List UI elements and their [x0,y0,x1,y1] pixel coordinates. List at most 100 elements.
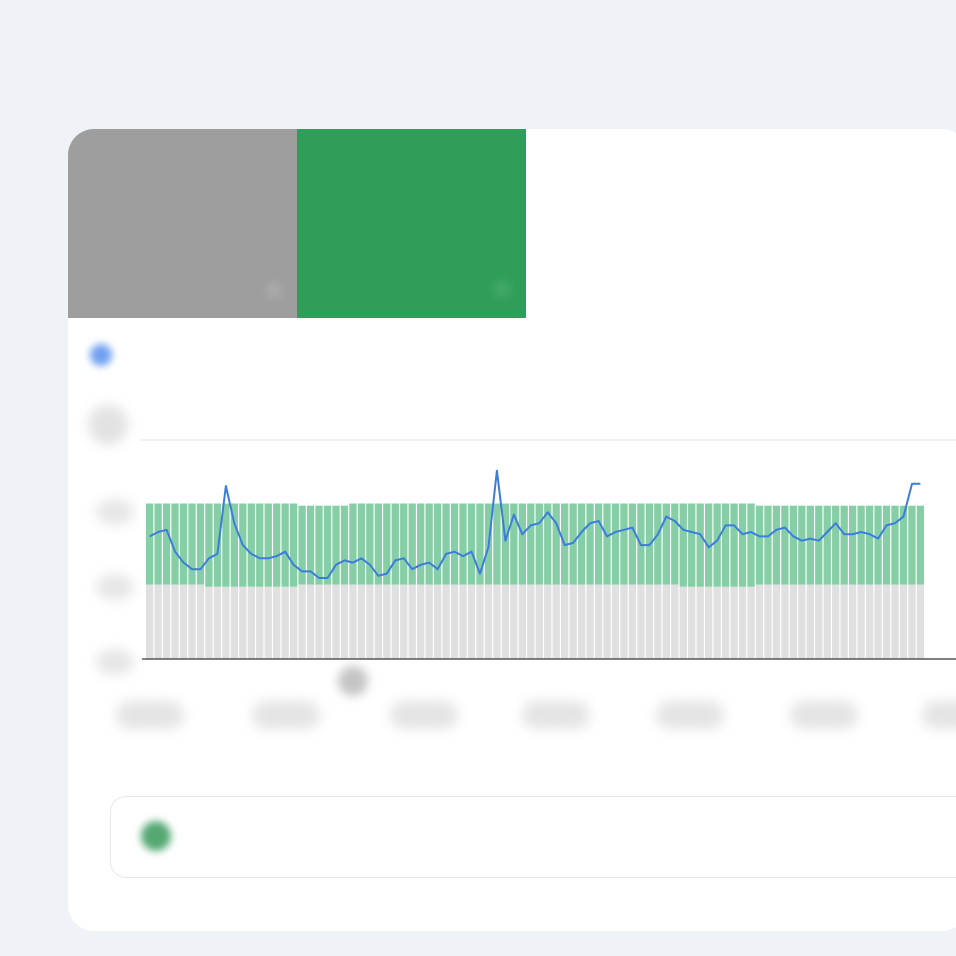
bar-top [315,505,323,585]
bar-base [620,584,628,659]
bar-top [408,503,416,585]
chart-scroll-handle[interactable] [338,666,368,696]
bar-base [798,584,806,659]
bar-top [815,505,823,585]
bar-top [340,505,349,585]
y-tick-label [96,574,134,600]
bar-base [628,584,637,659]
bar-base [459,584,467,659]
bar-top [450,503,459,585]
bar-top [205,503,213,587]
bar-top [349,503,357,585]
dashboard-card: ⚠ ⓘ [68,129,956,931]
bar-base [417,584,425,659]
bar-base [340,584,349,659]
bar-base [374,584,382,659]
bar-top [586,503,594,585]
bar-base [874,584,882,659]
bar-top [552,503,560,585]
bar-base [518,584,526,659]
bar-top [400,503,408,585]
bar-top [865,505,874,585]
bar-base [366,584,374,659]
bar-top [721,503,730,587]
bar-top [755,505,764,585]
bar-base [569,584,577,659]
bar-base [865,584,874,659]
bar-base [730,586,738,659]
bar-base [442,584,450,659]
bar-base [383,584,391,659]
bar-base [747,586,755,659]
bar-base [273,586,281,659]
bar-base [908,584,916,659]
info-note[interactable] [110,796,956,878]
bar-base [679,586,687,659]
bar-base [450,584,459,659]
bar-base [891,584,899,659]
bar-base [832,584,840,659]
x-tick-label [790,701,858,729]
bar-base [315,584,323,659]
bar-base [281,586,289,659]
bar-base [230,586,238,659]
bar-base [391,584,399,659]
bar-top [417,503,425,585]
bar-top [256,503,264,587]
bar-top [518,503,526,585]
bar-base [781,584,789,659]
bar-top [535,503,543,585]
bar-base [705,586,713,659]
bar-base [146,584,154,659]
bar-top [730,503,738,587]
bar-top [764,505,772,585]
bar-base [433,584,442,659]
bar-base [882,584,891,659]
bar-base [654,584,662,659]
bar-base [484,584,493,659]
bar-top [577,503,586,585]
bar-base [789,584,798,659]
bar-top [273,503,281,587]
y-tick-label [96,499,134,525]
bar-top [357,503,366,585]
x-tick-label [252,701,320,729]
bar-base [357,584,366,659]
y-tick-label [96,649,134,675]
bar-top [628,503,637,585]
bar-base [815,584,823,659]
bar-top [425,503,433,585]
bar-base [637,584,645,659]
bar-base [188,584,196,659]
bar-base [713,586,721,659]
bar-base [671,584,679,659]
x-tick-label [922,701,956,729]
bar-base [332,584,340,659]
bar-top [713,503,721,587]
bar-base [476,584,484,659]
bar-base [916,584,925,659]
bar-top [298,505,306,585]
bar-base [857,584,865,659]
bar-top [781,505,789,585]
bar-top [806,505,814,585]
bar-base [527,584,535,659]
bar-base [162,584,171,659]
bar-top [179,503,188,585]
bar-base [289,586,298,659]
bar-base [400,584,408,659]
bar-top [493,503,501,585]
bar-base [349,584,357,659]
bar-top [154,503,162,585]
bar-base [594,584,603,659]
bar-base [806,584,814,659]
bar-top [146,503,154,585]
bar-top [289,503,298,587]
bar-base [425,584,433,659]
bar-top [196,503,205,585]
bar-top [264,503,272,587]
bar-base [577,584,586,659]
bar-base [510,584,518,659]
bar-top [849,505,857,585]
bar-base [239,586,247,659]
